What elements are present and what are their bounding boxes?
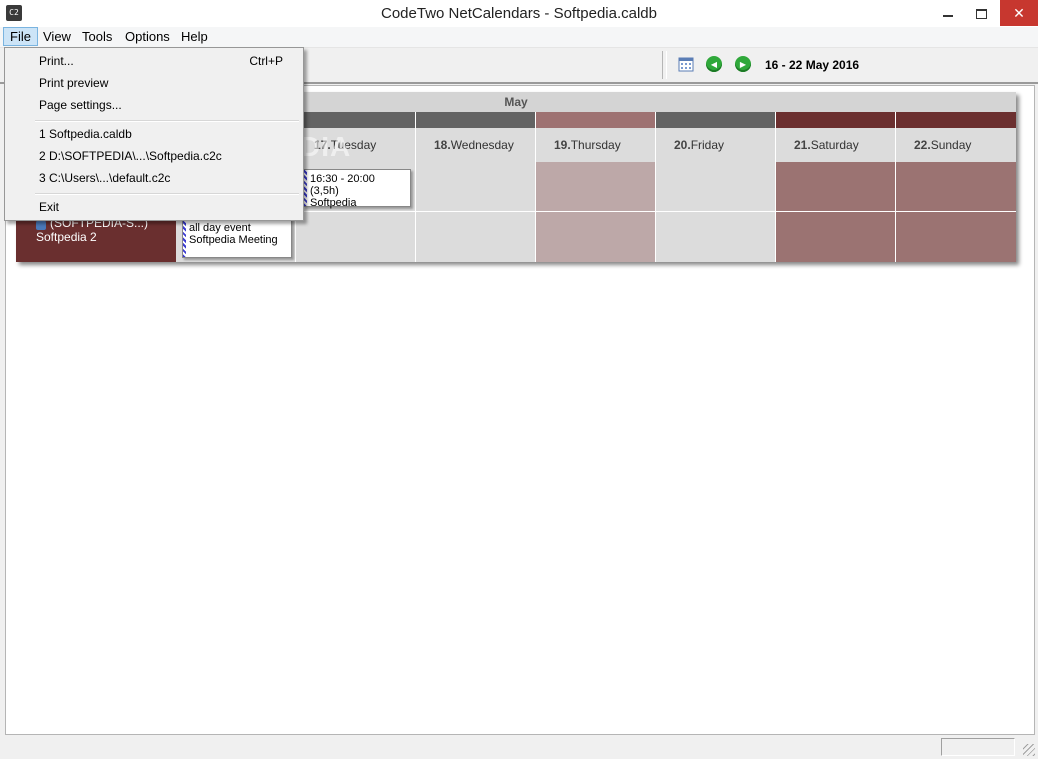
menu-bar: File View Tools Options Help	[0, 27, 1038, 48]
calendar-cell[interactable]	[416, 212, 536, 262]
day-header-friday[interactable]: 20.Friday	[656, 128, 776, 162]
event-time: all day event	[189, 222, 251, 234]
calendar-cell[interactable]	[536, 212, 656, 262]
menu-item-print-preview[interactable]: Print preview	[39, 73, 108, 93]
event-title: Softpedia	[310, 197, 357, 209]
day-number: 18.	[434, 138, 451, 152]
calendar-cell[interactable]	[896, 212, 1016, 262]
status-bar	[0, 735, 1038, 759]
arrow-right-icon: ▶	[739, 60, 747, 69]
minimize-button[interactable]	[931, 0, 964, 26]
menu-separator	[35, 193, 299, 195]
menu-item-exit[interactable]: Exit	[39, 197, 59, 217]
next-week-button[interactable]: ▶	[735, 56, 751, 72]
menu-help[interactable]: Help	[175, 27, 214, 46]
title-bar: C2 CodeTwo NetCalendars - Softpedia.cald…	[0, 0, 1038, 28]
calendar-event[interactable]: 16:30 - 20:00 (3,5h) Softpedia	[303, 169, 411, 209]
arrow-left-icon: ◀	[710, 60, 718, 69]
status-panel	[941, 738, 1015, 756]
calendar-cell[interactable]	[776, 162, 896, 212]
day-strip	[536, 112, 656, 128]
menu-separator	[35, 120, 299, 122]
menu-item-print[interactable]: Print...	[39, 51, 74, 71]
day-strip	[776, 112, 896, 128]
day-strip	[656, 112, 776, 128]
calendar-cell[interactable]	[656, 162, 776, 212]
day-name: Thursday	[570, 138, 621, 152]
calendar-icon[interactable]	[678, 56, 694, 72]
user-name: Softpedia 2	[36, 230, 97, 244]
day-number: 20.	[674, 138, 691, 152]
date-range-label: 16 - 22 May 2016	[765, 58, 860, 72]
day-header-saturday[interactable]: 21.Saturday	[776, 128, 896, 162]
day-name: Sunday	[930, 138, 972, 152]
menu-item-recent-2[interactable]: 2 D:\SOFTPEDIA\...\Softpedia.c2c	[39, 146, 222, 166]
day-number: 22.	[914, 138, 931, 152]
menu-view[interactable]: View	[37, 27, 77, 46]
menu-tools[interactable]: Tools	[76, 27, 118, 46]
maximize-button[interactable]	[965, 0, 998, 26]
window-title: CodeTwo NetCalendars - Softpedia.caldb	[381, 5, 657, 22]
resize-grip-icon[interactable]	[1023, 744, 1035, 756]
day-name: Saturday	[810, 138, 859, 152]
menu-item-recent-3[interactable]: 3 C:\Users\...\default.c2c	[39, 168, 170, 188]
day-number: 21.	[794, 138, 811, 152]
close-icon: ✕	[1013, 5, 1025, 21]
previous-week-button[interactable]: ◀	[706, 56, 722, 72]
day-header-sunday[interactable]: 22.Sunday	[896, 128, 1016, 162]
event-time: 16:30 - 20:00 (3,5h)	[310, 173, 375, 197]
day-name: Friday	[690, 138, 725, 152]
day-strip	[296, 112, 416, 128]
day-number: 19.	[554, 138, 571, 152]
calendar-cell[interactable]	[656, 212, 776, 262]
menu-file[interactable]: File	[3, 27, 38, 46]
close-button[interactable]: ✕	[1000, 0, 1038, 26]
minimize-icon	[942, 14, 953, 17]
calendar-cell[interactable]	[416, 162, 536, 212]
day-header-wednesday[interactable]: 18.Wednesday	[416, 128, 536, 162]
day-header-tuesday[interactable]: 17.Tuesday	[296, 128, 416, 162]
event-title: Softpedia Meeting	[189, 234, 278, 246]
calendar-cell[interactable]	[536, 162, 656, 212]
file-menu-dropdown: Print... Ctrl+P Print preview Page setti…	[4, 47, 304, 221]
print-shortcut: Ctrl+P	[249, 54, 283, 68]
menu-item-recent-1[interactable]: 1 Softpedia.caldb	[39, 124, 132, 144]
day-name: Tuesday	[330, 138, 377, 152]
day-header-thursday[interactable]: 19.Thursday	[536, 128, 656, 162]
menu-options[interactable]: Options	[119, 27, 176, 46]
calendar-cell[interactable]	[896, 162, 1016, 212]
day-name: Wednesday	[450, 138, 514, 152]
toolbar-separator	[662, 51, 667, 79]
day-strip	[896, 112, 1016, 128]
menu-item-page-settings[interactable]: Page settings...	[39, 95, 122, 115]
day-strip	[416, 112, 536, 128]
maximize-icon	[976, 8, 987, 19]
calendar-cell[interactable]	[296, 212, 416, 262]
calendar-cell[interactable]	[776, 212, 896, 262]
calendar-event[interactable]: all day event Softpedia Meeting	[182, 218, 292, 258]
day-number: 17.	[314, 138, 331, 152]
